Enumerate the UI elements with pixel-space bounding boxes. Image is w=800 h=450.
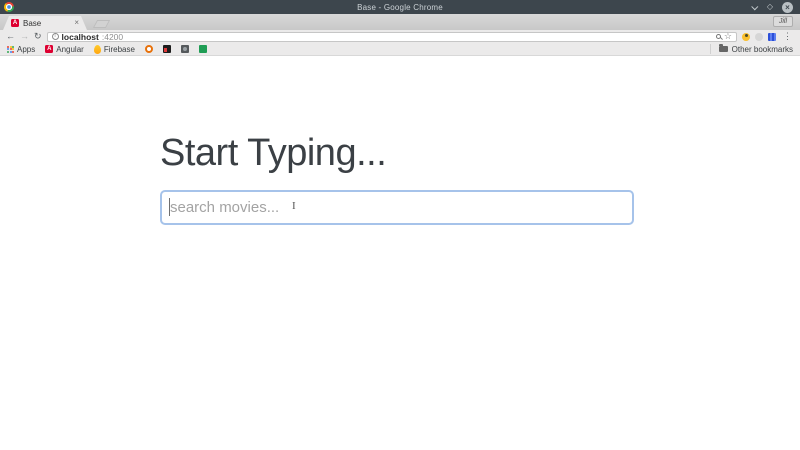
bookmarks-bar: Apps A Angular Firebase Other bookmarks <box>0 43 800 56</box>
page-content: Start Typing... I <box>0 56 800 450</box>
profile-button[interactable]: Jill <box>773 16 793 27</box>
chrome-menu-icon[interactable]: ⋮ <box>781 32 794 41</box>
bookmark-label: Angular <box>56 45 84 54</box>
extension-yellow-icon[interactable] <box>742 33 750 41</box>
firebase-flame-icon <box>94 45 101 54</box>
reload-button[interactable]: ↻ <box>34 32 42 41</box>
url-port: :4200 <box>102 32 123 42</box>
zoom-icon[interactable] <box>716 34 721 39</box>
bookmark-favicon-green-icon[interactable] <box>199 45 207 53</box>
new-tab-button[interactable] <box>93 20 110 28</box>
other-bookmarks-label: Other bookmarks <box>732 45 793 54</box>
extension-gray-icon[interactable] <box>755 33 763 41</box>
bookmark-label: Apps <box>17 45 35 54</box>
bookmark-star-icon[interactable]: ☆ <box>724 32 732 41</box>
forward-button[interactable]: → <box>20 32 29 41</box>
bookmark-apps[interactable]: Apps <box>7 45 35 54</box>
search-input[interactable] <box>160 190 634 225</box>
ibeam-cursor-icon: I <box>292 200 296 212</box>
folder-icon <box>719 46 728 52</box>
window-titlebar[interactable]: Base - Google Chrome ◇ × <box>0 0 800 14</box>
text-caret <box>169 198 170 216</box>
back-button[interactable]: ← <box>6 32 15 41</box>
angular-bookmark-icon: A <box>45 45 53 53</box>
tab-strip: A Base × Jill <box>0 14 800 30</box>
browser-toolbar: ← → ↻ i localhost :4200 ☆ ⋮ <box>0 30 800 43</box>
tab-close-icon[interactable]: × <box>74 19 79 27</box>
tab-label: Base <box>23 19 71 28</box>
url-host: localhost <box>62 32 99 42</box>
bookmark-favicon-orange-icon[interactable] <box>145 45 153 53</box>
bookmark-label: Firebase <box>104 45 135 54</box>
desktop: Base - Google Chrome ◇ × A Base × Jill ←… <box>0 0 800 450</box>
address-bar[interactable]: i localhost :4200 ☆ <box>47 32 737 42</box>
bookmark-favicon-dark-icon[interactable] <box>163 45 171 53</box>
window-title: Base - Google Chrome <box>0 3 800 12</box>
page-info-icon[interactable]: i <box>52 33 59 40</box>
bookmark-angular[interactable]: A Angular <box>45 45 84 54</box>
apps-grid-icon <box>7 46 14 53</box>
tab-base[interactable]: A Base × <box>3 16 87 30</box>
bookmark-firebase[interactable]: Firebase <box>94 45 135 54</box>
other-bookmarks-button[interactable]: Other bookmarks <box>710 44 793 54</box>
bookmark-favicon-camera-icon[interactable] <box>181 45 189 53</box>
extension-icons <box>742 33 776 41</box>
extension-blue-icon[interactable] <box>768 33 776 41</box>
angular-favicon-icon: A <box>11 19 19 27</box>
search-field-wrapper: I <box>160 190 634 225</box>
page-title: Start Typing... <box>160 132 800 176</box>
